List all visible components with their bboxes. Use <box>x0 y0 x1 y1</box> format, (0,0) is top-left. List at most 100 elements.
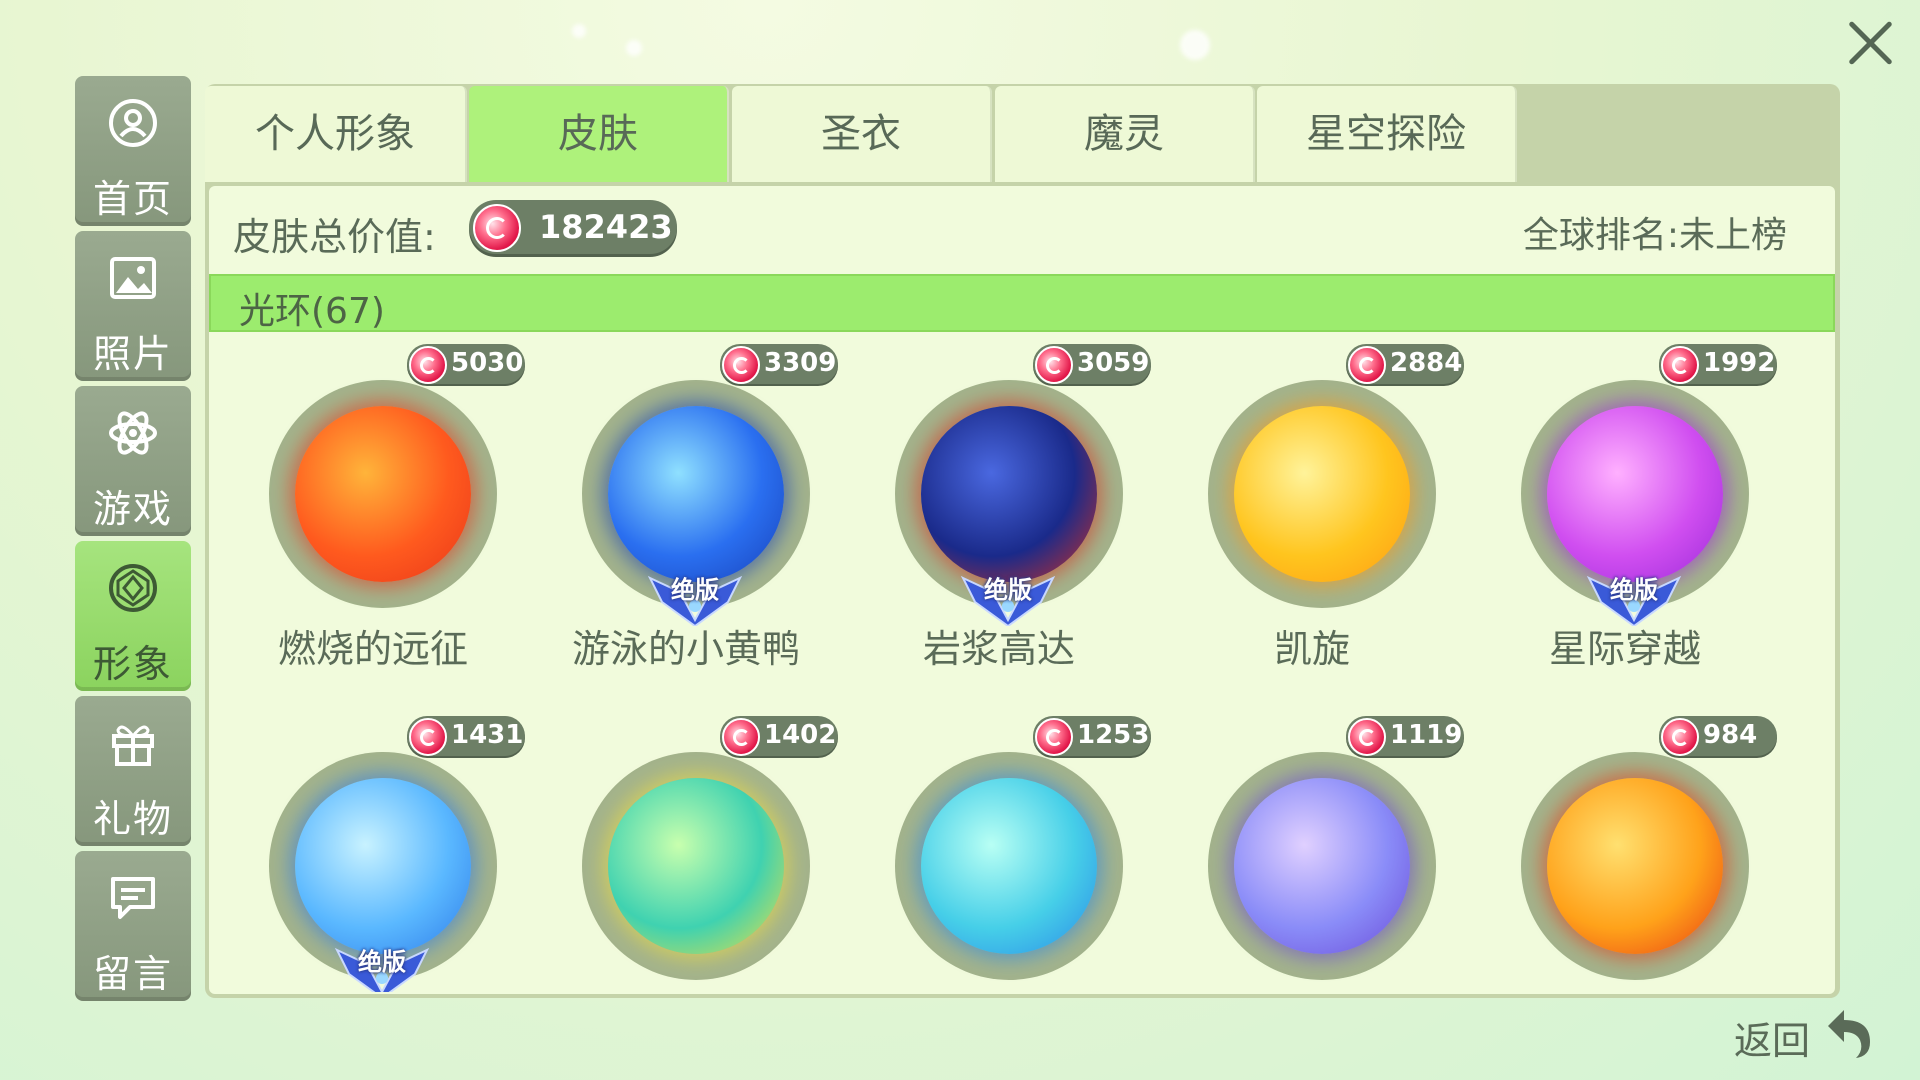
item-grid: 5030 燃烧的远征 3309 绝版 游泳的小黄鸭 3059 绝版 岩浆高达 2884 凯旋 199… <box>209 336 1835 992</box>
price-badge: 1402 <box>720 716 838 756</box>
halo-item[interactable]: 5030 燃烧的远征 <box>217 336 529 696</box>
item-name: 星际穿越 <box>1548 627 1701 671</box>
price-badge: 984 <box>1659 716 1777 756</box>
tab-armor[interactable]: 圣衣 <box>732 86 992 182</box>
halo-orb-icon <box>921 406 1097 582</box>
total-value: 182423 <box>539 208 673 246</box>
halo-item[interactable]: 1402 <box>530 708 842 992</box>
gift-icon <box>112 725 154 766</box>
price-badge: 2884 <box>1346 344 1464 384</box>
sidebar-item-photos[interactable]: 照片 <box>75 231 191 381</box>
halo-item[interactable]: 1431 绝版 <box>217 708 529 992</box>
halo-item[interactable]: 1992 绝版星际穿越 <box>1469 336 1781 696</box>
sidebar-item-label: 留言 <box>92 952 173 996</box>
skin-panel: 个人形象 皮肤 圣衣 魔灵 星空探险 皮肤总价值: 182423 全球排名:未上… <box>205 84 1840 998</box>
gem-icon <box>109 564 157 612</box>
sidebar-item-label: 首页 <box>92 177 173 221</box>
halo-orb-icon <box>1234 778 1410 954</box>
item-price: 1253 <box>1077 720 1150 750</box>
item-name: 游泳的小黄鸭 <box>571 627 800 671</box>
coin-icon <box>409 718 447 756</box>
message-icon <box>111 877 155 919</box>
badge-label: 绝版 <box>358 948 406 976</box>
close-button[interactable] <box>1840 12 1902 74</box>
sidebar-item-messages[interactable]: 留言 <box>75 851 191 1001</box>
total-value-label: 皮肤总价值: <box>233 215 436 259</box>
item-name: 燃烧的远征 <box>277 627 468 671</box>
sidebar-item-avatar[interactable]: 形象 <box>75 541 191 691</box>
halo-item[interactable]: 1119 <box>1156 708 1468 992</box>
halo-orb-icon <box>608 778 784 954</box>
item-price: 984 <box>1703 720 1758 750</box>
back-button[interactable]: 返回 <box>1730 1004 1880 1063</box>
item-price: 1119 <box>1390 720 1463 750</box>
price-badge: 3059 <box>1033 344 1151 384</box>
halo-orb-icon <box>608 406 784 582</box>
coin-icon <box>1348 718 1386 756</box>
total-value-badge: 182423 <box>469 200 677 254</box>
halo-orb-icon <box>1547 778 1723 954</box>
halo-orb-icon <box>295 778 471 954</box>
halo-orb-icon <box>921 778 1097 954</box>
coin-icon <box>1035 718 1073 756</box>
sidebar-item-games[interactable]: 游戏 <box>75 386 191 536</box>
coin-icon <box>722 346 760 384</box>
item-name: 凯旋 <box>1273 627 1350 671</box>
sidebar-item-gifts[interactable]: 礼物 <box>75 696 191 846</box>
sidebar-item-label: 照片 <box>92 332 173 376</box>
badge-label: 绝版 <box>984 576 1032 604</box>
halo-item[interactable]: 3059 绝版岩浆高达 <box>843 336 1155 696</box>
price-badge: 3309 <box>720 344 838 384</box>
halo-orb-icon <box>295 406 471 582</box>
halo-item[interactable]: 3309 绝版游泳的小黄鸭 <box>530 336 842 696</box>
item-price: 1992 <box>1703 348 1776 378</box>
tab-skin[interactable]: 皮肤 <box>469 86 729 182</box>
halo-item[interactable]: 984 <box>1469 708 1781 992</box>
coin-icon <box>473 204 521 252</box>
item-price: 1431 <box>451 720 524 750</box>
sparkle-decoration <box>572 24 586 38</box>
limited-edition-badge: 绝版 <box>327 940 437 992</box>
value-summary: 皮肤总价值: 182423 全球排名:未上榜 <box>209 186 1835 268</box>
coin-icon <box>1035 346 1073 384</box>
section-title: 光环(67) <box>239 291 385 332</box>
sparkle-decoration <box>1180 30 1210 60</box>
section-header[interactable]: 光环(67) <box>209 274 1835 332</box>
content-area: 皮肤总价值: 182423 全球排名:未上榜 光环(67) 5030 燃烧的远征 3… <box>209 186 1835 994</box>
global-rank: 全球排名:未上榜 <box>1522 215 1787 256</box>
photo-icon <box>110 257 156 299</box>
halo-orb-icon <box>1234 406 1410 582</box>
halo-item[interactable]: 1253 <box>843 708 1155 992</box>
sidebar: 首页 照片 游戏 形象 礼物 留言 <box>75 76 191 1006</box>
tab-personal-image[interactable]: 个人形象 <box>205 86 467 182</box>
price-badge: 1992 <box>1659 344 1777 384</box>
item-price: 5030 <box>451 348 524 378</box>
tab-spirit[interactable]: 魔灵 <box>995 86 1255 182</box>
coin-icon <box>1661 346 1699 384</box>
item-price: 3309 <box>764 348 837 378</box>
badge-label: 绝版 <box>1610 576 1658 604</box>
coin-icon <box>409 346 447 384</box>
sparkle-decoration <box>626 40 642 56</box>
coin-icon <box>1661 718 1699 756</box>
item-price: 1402 <box>764 720 837 750</box>
badge-label: 绝版 <box>671 576 719 604</box>
item-name: 岩浆高达 <box>922 627 1075 671</box>
item-price: 2884 <box>1390 348 1463 378</box>
item-price: 3059 <box>1077 348 1150 378</box>
tab-star-adventure[interactable]: 星空探险 <box>1257 86 1517 182</box>
halo-orb-icon <box>1547 406 1723 582</box>
back-label: 返回 <box>1734 1019 1811 1063</box>
atom-icon <box>109 411 157 455</box>
price-badge: 1431 <box>407 716 525 756</box>
sidebar-item-label: 形象 <box>92 642 173 686</box>
sidebar-item-home[interactable]: 首页 <box>75 76 191 226</box>
price-badge: 1119 <box>1346 716 1464 756</box>
sidebar-item-label: 礼物 <box>92 797 173 841</box>
price-badge: 1253 <box>1033 716 1151 756</box>
price-badge: 5030 <box>407 344 525 384</box>
sidebar-item-label: 游戏 <box>92 487 173 531</box>
halo-item[interactable]: 2884 凯旋 <box>1156 336 1468 696</box>
user-icon <box>109 99 157 147</box>
coin-icon <box>1348 346 1386 384</box>
